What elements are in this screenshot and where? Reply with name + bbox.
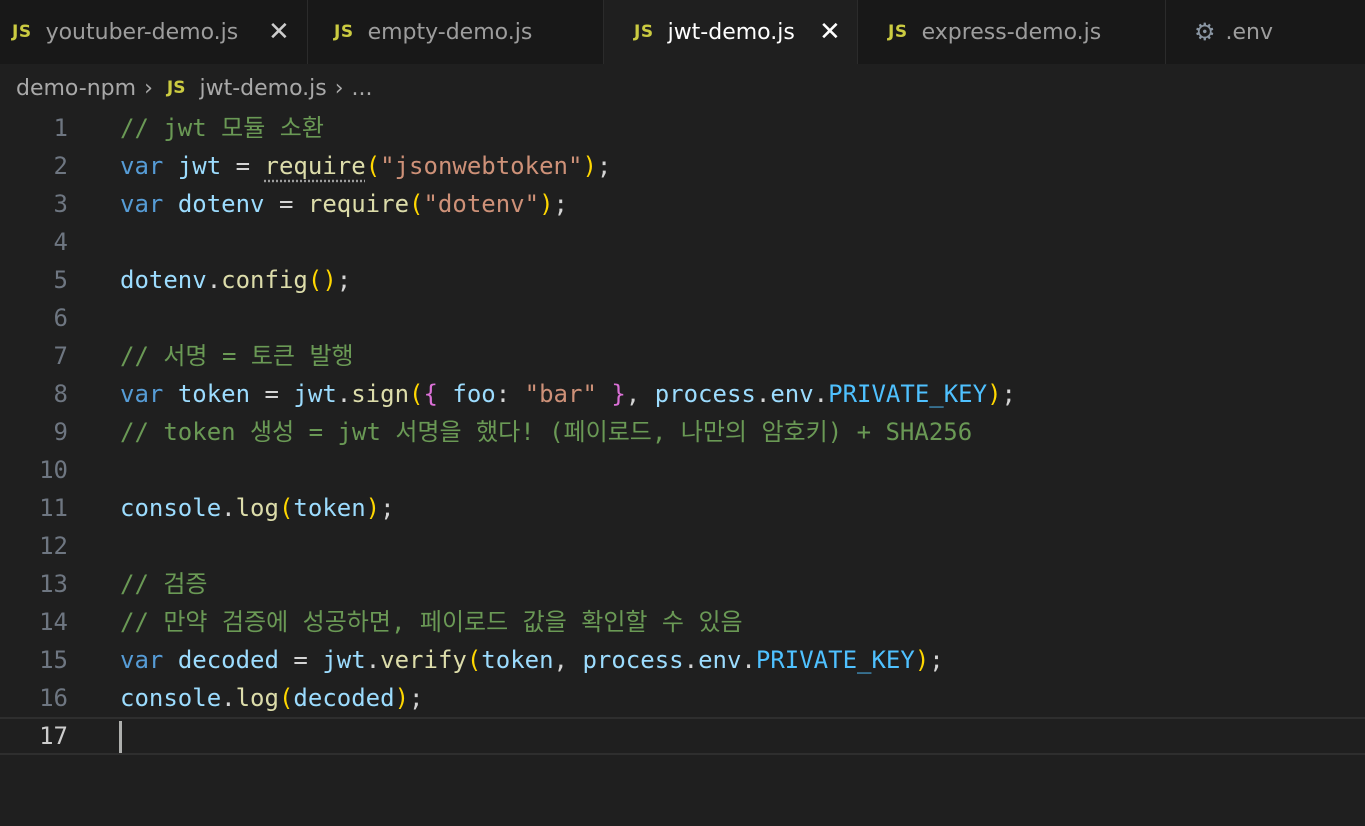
- code-line: 1 // jwt 모듈 소환: [0, 109, 1365, 147]
- code-line: 13 // 검증: [0, 565, 1365, 603]
- line-number: 4: [53, 228, 68, 256]
- line-number: 10: [39, 456, 68, 484]
- code-line: 4: [0, 223, 1365, 261]
- code-text: var jwt = require("jsonwebtoken");: [120, 152, 612, 180]
- code-text: dotenv.config();: [120, 266, 352, 294]
- code-text: console.log(token);: [120, 494, 395, 522]
- line-number: 8: [53, 380, 68, 408]
- code-line: 15 var decoded = jwt.verify(token, proce…: [0, 641, 1365, 679]
- code-text: var decoded = jwt.verify(token, process.…: [120, 646, 944, 674]
- breadcrumb-symbols[interactable]: ...: [352, 76, 373, 101]
- chevron-right-icon: ›: [144, 75, 153, 101]
- code-line: 14 // 만약 검증에 성공하면, 페이로드 값을 확인할 수 있음: [0, 603, 1365, 641]
- javascript-file-icon: JS: [634, 22, 654, 42]
- code-line: 9 // token 생성 = jwt 서명을 했다! (페이로드, 나만의 암…: [0, 413, 1365, 451]
- tab-label: express-demo.js: [921, 19, 1102, 45]
- code-text: var dotenv = require("dotenv");: [120, 190, 568, 218]
- code-line: 6: [0, 299, 1365, 337]
- tab-env[interactable]: ⚙ .env: [1166, 0, 1365, 64]
- line-number: 16: [39, 684, 68, 712]
- code-line: 10: [0, 451, 1365, 489]
- comment: // token 생성 = jwt 서명을 했다! (페이로드, 나만의 암호키…: [120, 418, 973, 446]
- comment: // 만약 검증에 성공하면, 페이로드 값을 확인할 수 있음: [120, 608, 743, 636]
- current-line: 17: [0, 717, 1365, 755]
- breadcrumb-folder[interactable]: demo-npm: [16, 76, 136, 101]
- code-line: 3 var dotenv = require("dotenv");: [0, 185, 1365, 223]
- javascript-file-icon: JS: [334, 22, 354, 42]
- line-number: 13: [39, 570, 68, 598]
- tab-label: jwt-demo.js: [667, 19, 795, 45]
- editor-tab-bar: JS youtuber-demo.js ✕ JS empty-demo.js J…: [0, 0, 1365, 64]
- line-number: 3: [53, 190, 68, 218]
- line-number: 5: [53, 266, 68, 294]
- comment: // jwt 모듈 소환: [120, 114, 324, 142]
- line-number: 11: [39, 494, 68, 522]
- gear-icon: ⚙: [1194, 18, 1216, 46]
- breadcrumb: demo-npm › JS jwt-demo.js › ...: [0, 64, 1365, 112]
- chevron-right-icon: ›: [334, 75, 344, 101]
- line-number: 6: [53, 304, 68, 332]
- tab-label: youtuber-demo.js: [45, 19, 239, 45]
- code-line: 2 var jwt = require("jsonwebtoken");: [0, 147, 1365, 185]
- javascript-file-icon: JS: [166, 78, 186, 98]
- comment: // 서명 = 토큰 발행: [120, 342, 354, 370]
- line-number: 14: [39, 608, 68, 636]
- close-icon[interactable]: ✕: [819, 19, 841, 45]
- line-number: 12: [39, 532, 68, 560]
- line-number: 9: [53, 418, 68, 446]
- code-text: console.log(decoded);: [120, 684, 424, 712]
- breadcrumb-file[interactable]: jwt-demo.js: [199, 76, 326, 101]
- text-cursor: [119, 721, 122, 753]
- tab-label: empty-demo.js: [367, 19, 533, 45]
- tab-express-demo[interactable]: JS express-demo.js: [858, 0, 1166, 64]
- tab-label: .env: [1225, 19, 1274, 45]
- line-number: 17: [39, 722, 68, 750]
- line-number: 15: [39, 646, 68, 674]
- code-line: 16 console.log(decoded);: [0, 679, 1365, 717]
- tab-youtuber-demo[interactable]: JS youtuber-demo.js ✕: [0, 0, 308, 64]
- tab-empty-demo[interactable]: JS empty-demo.js: [308, 0, 604, 64]
- line-number: 7: [53, 342, 68, 370]
- code-line: 8 var token = jwt.sign({ foo: "bar" }, p…: [0, 375, 1365, 413]
- comment: // 검증: [120, 570, 208, 598]
- code-text: var token = jwt.sign({ foo: "bar" }, pro…: [120, 380, 1016, 408]
- code-line: 7 // 서명 = 토큰 발행: [0, 337, 1365, 375]
- code-editor[interactable]: 1 // jwt 모듈 소환 2 var jwt = require("json…: [0, 109, 1365, 826]
- line-number: 2: [53, 152, 68, 180]
- tab-jwt-demo[interactable]: JS jwt-demo.js ✕: [604, 0, 858, 64]
- code-line: 12: [0, 527, 1365, 565]
- code-line: 5 dotenv.config();: [0, 261, 1365, 299]
- line-number: 1: [53, 114, 68, 142]
- close-icon[interactable]: ✕: [268, 19, 290, 45]
- javascript-file-icon: JS: [888, 22, 908, 42]
- javascript-file-icon: JS: [12, 22, 32, 42]
- code-line: 11 console.log(token);: [0, 489, 1365, 527]
